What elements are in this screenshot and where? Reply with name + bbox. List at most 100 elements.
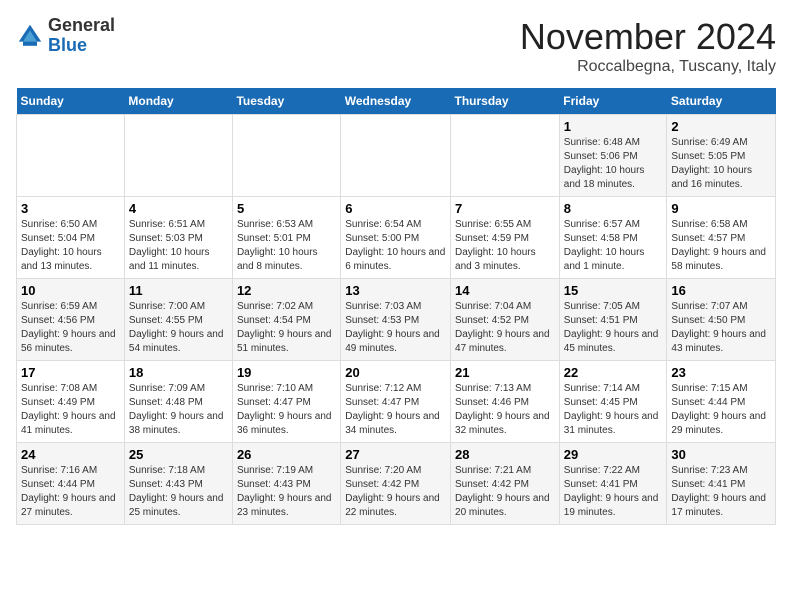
day-info: Sunrise: 7:03 AMSunset: 4:53 PMDaylight:… [345,300,446,356]
calendar-cell: 13Sunrise: 7:03 AMSunset: 4:53 PMDayligh… [341,279,451,361]
calendar-cell: 29 Sunrise: 7:22 AMSunset: 4:41 PMDayligh… [559,443,667,525]
day-info: Sunrise: 6:57 AMSunset: 4:58 PMDaylight:… [564,218,663,274]
calendar-cell [124,115,232,197]
calendar-cell: 4 Sunrise: 6:51 AMSunset: 5:03 PMDaylight… [124,197,232,279]
calendar-cell: 23Sunrise: 7:15 AMSunset: 4:44 PMDayligh… [667,361,776,443]
location-subtitle: Roccalbegna, Tuscany, Italy [520,58,776,76]
calendar-table: SundayMondayTuesdayWednesdayThursdayFrid… [16,88,776,525]
calendar-week-row: 10 Sunrise: 6:59 AMSunset: 4:56 PMDayligh… [17,279,776,361]
weekday-header: Monday [124,88,232,115]
day-info: Sunrise: 6:53 AMSunset: 5:01 PMDaylight:… [237,218,336,274]
day-number: 7 [455,201,555,216]
day-info: Sunrise: 7:19 AMSunset: 4:43 PMDaylight:… [237,464,336,520]
day-number: 22 [564,365,663,380]
calendar-cell [232,115,340,197]
day-number: 26 [237,447,336,462]
day-info: Sunrise: 6:48 AMSunset: 5:06 PMDaylight:… [564,136,663,192]
day-info: Sunrise: 6:51 AMSunset: 5:03 PMDaylight:… [129,218,228,274]
calendar-cell: 6Sunrise: 6:54 AMSunset: 5:00 PMDaylight… [341,197,451,279]
calendar-cell: 5Sunrise: 6:53 AMSunset: 5:01 PMDaylight… [232,197,340,279]
calendar-cell [341,115,451,197]
day-info: Sunrise: 7:21 AMSunset: 4:42 PMDaylight:… [455,464,555,520]
day-info: Sunrise: 7:20 AMSunset: 4:42 PMDaylight:… [345,464,446,520]
day-info: Sunrise: 7:04 AMSunset: 4:52 PMDaylight:… [455,300,555,356]
day-number: 25 [129,447,228,462]
day-info: Sunrise: 6:54 AMSunset: 5:00 PMDaylight:… [345,218,446,274]
calendar-cell: 17 Sunrise: 7:08 AMSunset: 4:49 PMDayligh… [17,361,125,443]
day-number: 30 [671,447,771,462]
logo: General Blue [16,16,115,56]
day-info: Sunrise: 7:13 AMSunset: 4:46 PMDaylight:… [455,382,555,438]
calendar-week-row: 1 Sunrise: 6:48 AMSunset: 5:06 PMDaylight… [17,115,776,197]
day-info: Sunrise: 6:58 AMSunset: 4:57 PMDaylight:… [671,218,771,274]
day-info: Sunrise: 7:02 AMSunset: 4:54 PMDaylight:… [237,300,336,356]
calendar-cell: 15Sunrise: 7:05 AMSunset: 4:51 PMDayligh… [559,279,667,361]
weekday-header: Sunday [17,88,125,115]
day-number: 18 [129,365,228,380]
day-number: 24 [21,447,120,462]
calendar-header-row: SundayMondayTuesdayWednesdayThursdayFrid… [17,88,776,115]
page-header: General Blue November 2024 Roccalbegna, … [16,16,776,76]
day-number: 3 [21,201,120,216]
calendar-cell: 8Sunrise: 6:57 AMSunset: 4:58 PMDaylight… [559,197,667,279]
day-info: Sunrise: 7:09 AMSunset: 4:48 PMDaylight:… [129,382,228,438]
day-info: Sunrise: 7:16 AMSunset: 4:44 PMDaylight:… [21,464,120,520]
day-info: Sunrise: 6:55 AMSunset: 4:59 PMDaylight:… [455,218,555,274]
day-number: 14 [455,283,555,298]
weekday-header: Tuesday [232,88,340,115]
calendar-cell: 22 Sunrise: 7:14 AMSunset: 4:45 PMDayligh… [559,361,667,443]
calendar-week-row: 24 Sunrise: 7:16 AMSunset: 4:44 PMDayligh… [17,443,776,525]
day-number: 17 [21,365,120,380]
calendar-cell: 14 Sunrise: 7:04 AMSunset: 4:52 PMDayligh… [451,279,560,361]
day-number: 11 [129,283,228,298]
calendar-cell: 12 Sunrise: 7:02 AMSunset: 4:54 PMDayligh… [232,279,340,361]
day-info: Sunrise: 6:59 AMSunset: 4:56 PMDaylight:… [21,300,120,356]
day-info: Sunrise: 6:50 AMSunset: 5:04 PMDaylight:… [21,218,120,274]
calendar-cell: 21 Sunrise: 7:13 AMSunset: 4:46 PMDayligh… [451,361,560,443]
calendar-cell: 26 Sunrise: 7:19 AMSunset: 4:43 PMDayligh… [232,443,340,525]
logo-icon [16,22,44,50]
calendar-cell: 20 Sunrise: 7:12 AMSunset: 4:47 PMDayligh… [341,361,451,443]
day-info: Sunrise: 7:08 AMSunset: 4:49 PMDaylight:… [21,382,120,438]
calendar-cell: 11 Sunrise: 7:00 AMSunset: 4:55 PMDayligh… [124,279,232,361]
day-number: 27 [345,447,446,462]
day-info: Sunrise: 7:05 AMSunset: 4:51 PMDaylight:… [564,300,663,356]
calendar-cell: 30Sunrise: 7:23 AMSunset: 4:41 PMDayligh… [667,443,776,525]
month-title: November 2024 [520,16,776,58]
calendar-cell: 2 Sunrise: 6:49 AMSunset: 5:05 PMDaylight… [667,115,776,197]
day-number: 21 [455,365,555,380]
title-area: November 2024 Roccalbegna, Tuscany, Ital… [520,16,776,76]
calendar-cell: 1 Sunrise: 6:48 AMSunset: 5:06 PMDaylight… [559,115,667,197]
day-number: 28 [455,447,555,462]
calendar-cell: 16Sunrise: 7:07 AMSunset: 4:50 PMDayligh… [667,279,776,361]
calendar-cell: 7 Sunrise: 6:55 AMSunset: 4:59 PMDaylight… [451,197,560,279]
day-info: Sunrise: 7:00 AMSunset: 4:55 PMDaylight:… [129,300,228,356]
day-number: 20 [345,365,446,380]
day-info: Sunrise: 7:12 AMSunset: 4:47 PMDaylight:… [345,382,446,438]
day-info: Sunrise: 7:18 AMSunset: 4:43 PMDaylight:… [129,464,228,520]
day-number: 1 [564,119,663,134]
calendar-cell: 19Sunrise: 7:10 AMSunset: 4:47 PMDayligh… [232,361,340,443]
calendar-cell: 18 Sunrise: 7:09 AMSunset: 4:48 PMDayligh… [124,361,232,443]
day-number: 4 [129,201,228,216]
weekday-header: Friday [559,88,667,115]
logo-text: General Blue [48,16,115,56]
calendar-cell: 27 Sunrise: 7:20 AMSunset: 4:42 PMDayligh… [341,443,451,525]
day-info: Sunrise: 7:10 AMSunset: 4:47 PMDaylight:… [237,382,336,438]
calendar-week-row: 3 Sunrise: 6:50 AMSunset: 5:04 PMDaylight… [17,197,776,279]
calendar-cell: 10 Sunrise: 6:59 AMSunset: 4:56 PMDayligh… [17,279,125,361]
day-number: 16 [671,283,771,298]
calendar-cell: 28 Sunrise: 7:21 AMSunset: 4:42 PMDayligh… [451,443,560,525]
day-number: 29 [564,447,663,462]
calendar-week-row: 17 Sunrise: 7:08 AMSunset: 4:49 PMDayligh… [17,361,776,443]
day-info: Sunrise: 6:49 AMSunset: 5:05 PMDaylight:… [671,136,771,192]
day-info: Sunrise: 7:22 AMSunset: 4:41 PMDaylight:… [564,464,663,520]
weekday-header: Wednesday [341,88,451,115]
calendar-cell: 9 Sunrise: 6:58 AMSunset: 4:57 PMDaylight… [667,197,776,279]
day-number: 2 [671,119,771,134]
day-number: 12 [237,283,336,298]
day-number: 10 [21,283,120,298]
day-number: 9 [671,201,771,216]
calendar-cell [451,115,560,197]
day-info: Sunrise: 7:14 AMSunset: 4:45 PMDaylight:… [564,382,663,438]
